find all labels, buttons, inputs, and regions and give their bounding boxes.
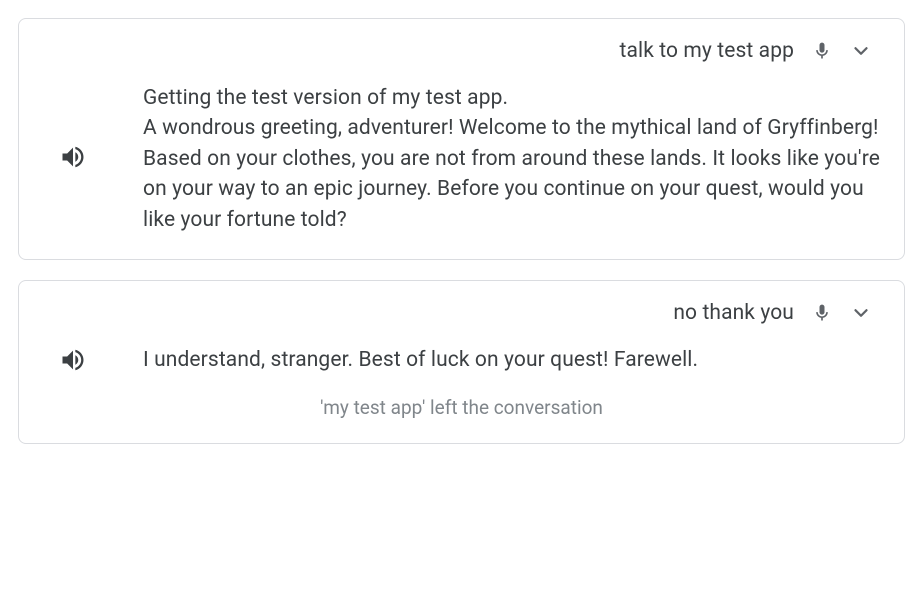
speaker-icon[interactable] <box>59 143 87 171</box>
user-input-row: no thank you <box>43 301 880 325</box>
user-input-text: talk to my test app <box>620 39 795 63</box>
assistant-response-text: Getting the test version of my test app.… <box>143 83 880 235</box>
assistant-response-row: I understand, stranger. Best of luck on … <box>43 345 880 375</box>
user-input-row: talk to my test app <box>43 39 880 63</box>
conversation-status-text: 'my test app' left the conversation <box>43 396 880 419</box>
chevron-down-icon[interactable] <box>850 40 872 62</box>
assistant-response-text: I understand, stranger. Best of luck on … <box>143 345 880 375</box>
user-input-text: no thank you <box>673 301 794 325</box>
assistant-response-row: Getting the test version of my test app.… <box>43 83 880 235</box>
chevron-down-icon[interactable] <box>850 302 872 324</box>
speaker-icon[interactable] <box>59 346 87 374</box>
conversation-card: talk to my test app Getting the test ver… <box>18 18 905 260</box>
conversation-card: no thank you I understand, stranger. Bes… <box>18 280 905 443</box>
microphone-icon[interactable] <box>812 41 832 61</box>
microphone-icon[interactable] <box>812 303 832 323</box>
